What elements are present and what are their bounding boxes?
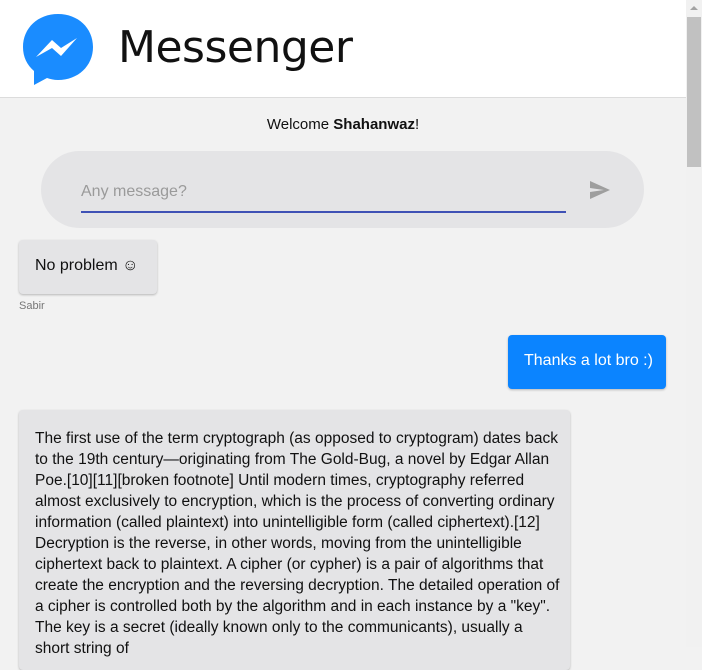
scrollbar[interactable]: [686, 0, 702, 647]
scrollbar-thumb[interactable]: [687, 17, 701, 167]
message-text: No problem ☺: [35, 257, 139, 274]
scroll-up-arrow-icon[interactable]: [686, 0, 702, 16]
app-title: Messenger: [118, 22, 353, 73]
message-bubble-incoming: The first use of the term cryptograph (a…: [19, 410, 570, 670]
message-bubble-incoming: No problem ☺: [19, 240, 157, 294]
message-bubble-outgoing: Thanks a lot bro :): [508, 335, 666, 389]
messenger-logo-icon: [23, 14, 93, 85]
message-text: The first use of the term cryptograph (a…: [35, 430, 560, 657]
welcome-message: Welcome Shahanwaz!: [0, 116, 686, 133]
welcome-suffix: !: [414, 116, 420, 133]
app-header: Messenger: [0, 0, 686, 98]
message-input[interactable]: [81, 173, 566, 213]
message-sender: Sabir: [19, 300, 45, 312]
welcome-username: Shahanwaz: [333, 116, 415, 133]
send-button[interactable]: [587, 177, 613, 203]
message-composer: [41, 151, 644, 228]
message-text: Thanks a lot bro :): [524, 352, 653, 369]
send-icon: [590, 181, 610, 199]
welcome-prefix: Welcome: [266, 116, 334, 133]
